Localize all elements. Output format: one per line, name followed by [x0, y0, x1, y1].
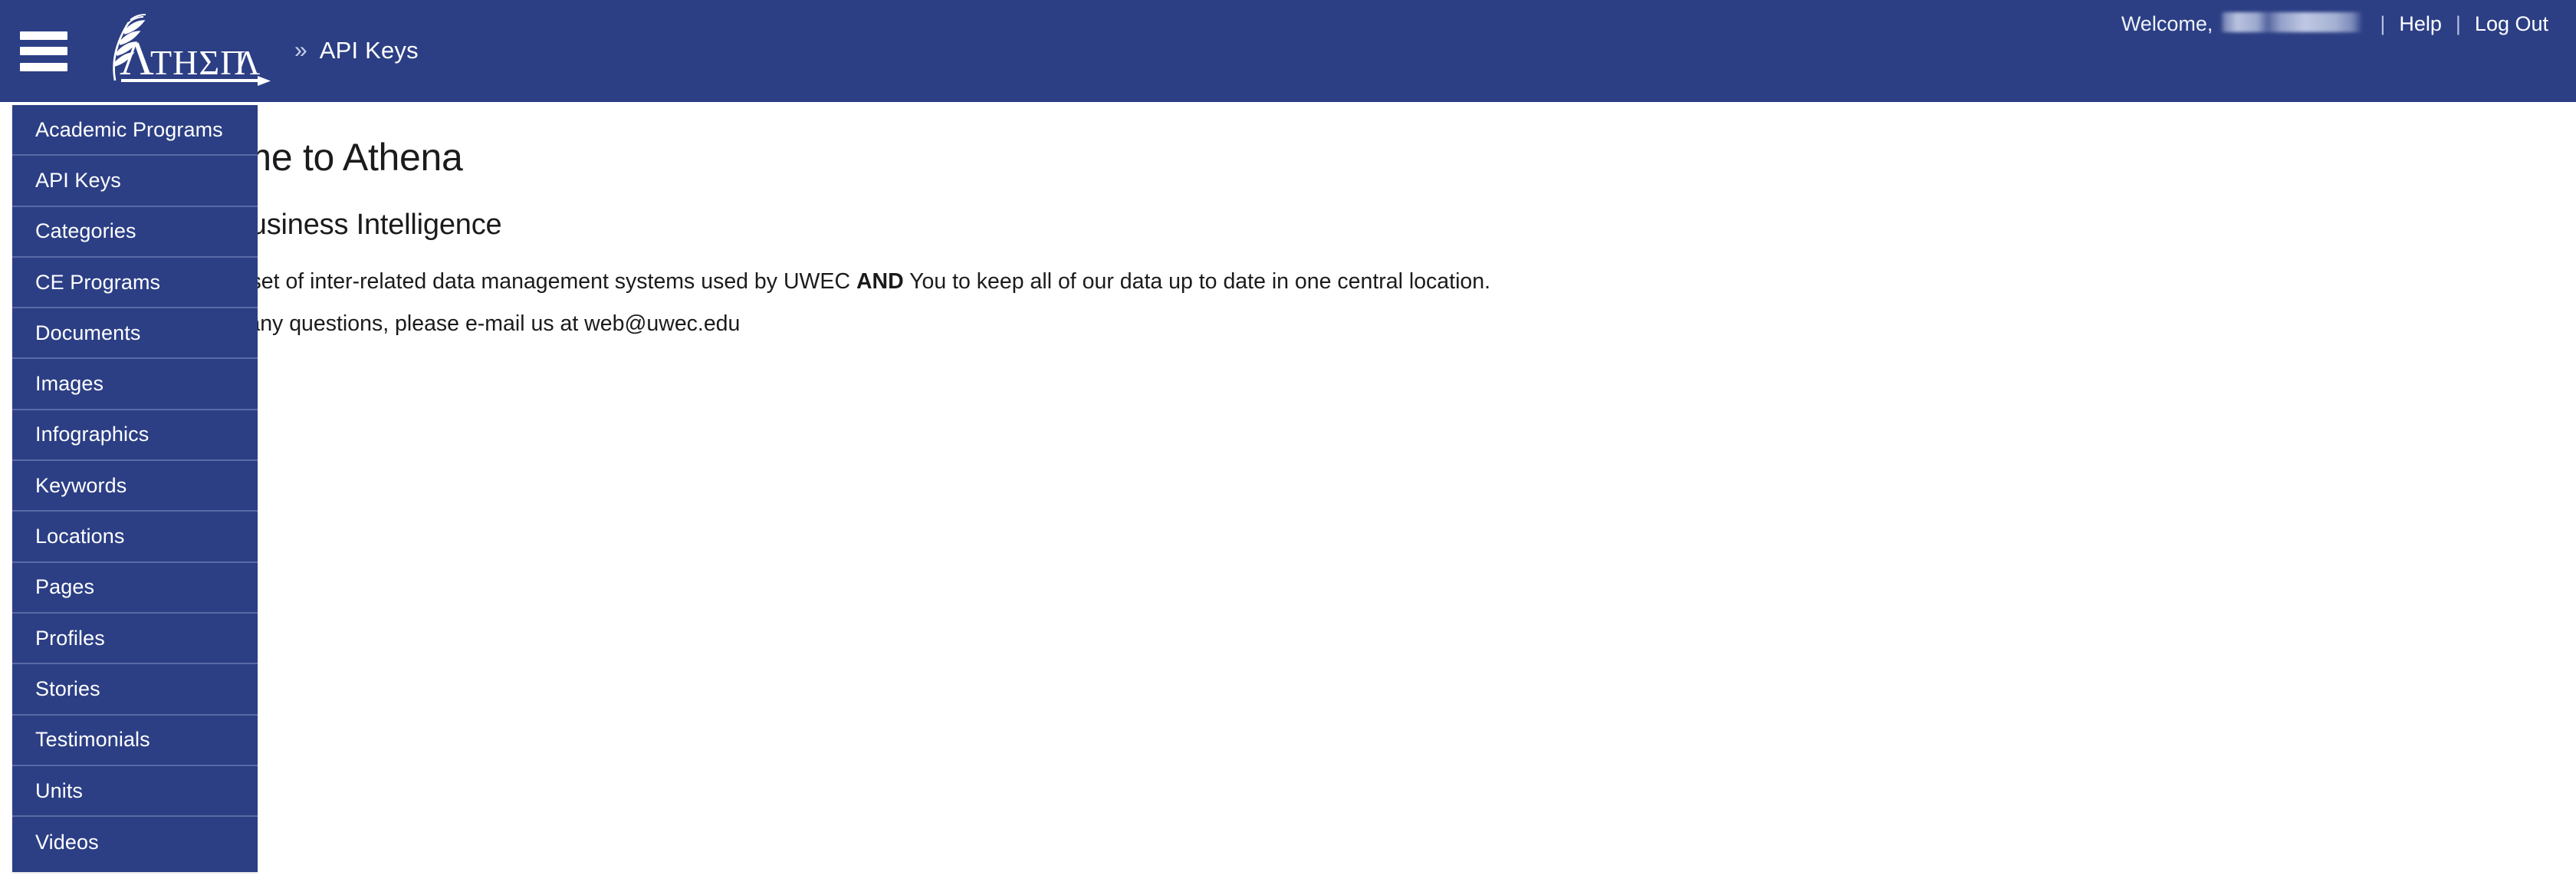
sidebar-item-testimonials[interactable]: Testimonials — [12, 715, 258, 766]
sidebar-flyout-menu[interactable]: Academic Programs API Keys Categories CE… — [12, 105, 258, 873]
breadcrumb-current-page: API Keys — [319, 36, 419, 64]
page-title: Welcome to Athena — [135, 136, 463, 179]
sidebar-item-label: Pages — [35, 575, 95, 599]
header-divider-2: | — [2455, 12, 2461, 35]
sidebar-item-label: Infographics — [35, 423, 150, 446]
username-redacted — [2220, 12, 2364, 32]
breadcrumb-separator-icon: » — [294, 37, 307, 63]
header-divider-1: | — [2380, 12, 2386, 35]
header-left-group: Λ ΤΗΣΠ Λ » API Keys — [0, 0, 419, 102]
athena-logo[interactable]: Λ ΤΗΣΠ Λ — [84, 13, 276, 90]
sidebar-item-label: Profiles — [35, 626, 105, 650]
sidebar-item-stories[interactable]: Stories — [12, 664, 258, 716]
intro-paragraph-emphasis: AND — [856, 268, 904, 294]
sidebar-item-api-keys[interactable]: API Keys — [12, 156, 258, 207]
hamburger-bar-2 — [20, 47, 67, 55]
sidebar-item-label: Locations — [35, 525, 125, 548]
header-user-group: Welcome, | Help | Log Out — [2121, 0, 2548, 102]
top-header-bar: Λ ΤΗΣΠ Λ » API Keys Welcome, | Help | Lo… — [0, 0, 2576, 102]
hamburger-menu-icon[interactable] — [20, 31, 67, 71]
sidebar-item-ce-programs[interactable]: CE Programs — [12, 257, 258, 309]
logout-link[interactable]: Log Out — [2475, 12, 2548, 36]
sidebar-item-label: Academic Programs — [35, 117, 223, 141]
main-content: Welcome to Athena UWEC Business Intellig… — [0, 102, 2576, 892]
sidebar-item-videos[interactable]: Videos — [12, 817, 258, 868]
sidebar-item-label: Images — [35, 372, 104, 396]
svg-text:ΤΗΣΠ: ΤΗΣΠ — [150, 43, 246, 82]
sidebar-item-label: CE Programs — [35, 270, 161, 294]
sidebar-item-label: Keywords — [35, 473, 127, 497]
sidebar-item-categories[interactable]: Categories — [12, 206, 258, 258]
hamburger-bar-1 — [20, 31, 67, 40]
page-subtitle: UWEC Business Intelligence — [135, 209, 502, 241]
help-link[interactable]: Help — [2399, 12, 2442, 36]
sidebar-item-pages[interactable]: Pages — [12, 562, 258, 614]
svg-text:Λ: Λ — [235, 43, 260, 82]
intro-paragraph: Athena is a set of inter-related data ma… — [135, 242, 2576, 296]
sidebar-item-profiles[interactable]: Profiles — [12, 613, 258, 665]
sidebar-item-documents[interactable]: Documents — [12, 308, 258, 360]
sidebar-item-units[interactable]: Units — [12, 765, 258, 818]
hamburger-bar-3 — [20, 62, 67, 71]
sidebar-item-images[interactable]: Images — [12, 359, 258, 410]
sidebar-item-label: Stories — [35, 676, 100, 700]
sidebar-item-infographics[interactable]: Infographics — [12, 410, 258, 462]
sidebar-item-locations[interactable]: Locations — [12, 512, 258, 563]
sidebar-item-label: Units — [35, 778, 84, 802]
contact-paragraph: If you have any questions, please e-mail… — [135, 311, 741, 337]
sidebar-item-label: API Keys — [35, 168, 121, 192]
sidebar-item-label: Videos — [35, 830, 99, 854]
svg-text:Λ: Λ — [120, 33, 154, 85]
sidebar-item-keywords[interactable]: Keywords — [12, 461, 258, 512]
welcome-label: Welcome, — [2121, 12, 2213, 35]
sidebar-item-label: Documents — [35, 321, 141, 344]
sidebar-item-label: Categories — [35, 219, 136, 243]
sidebar-item-label: Testimonials — [35, 728, 150, 752]
sidebar-item-academic-programs[interactable]: Academic Programs — [12, 105, 258, 156]
intro-paragraph-suffix: You to keep all of our data up to date i… — [903, 268, 1491, 294]
